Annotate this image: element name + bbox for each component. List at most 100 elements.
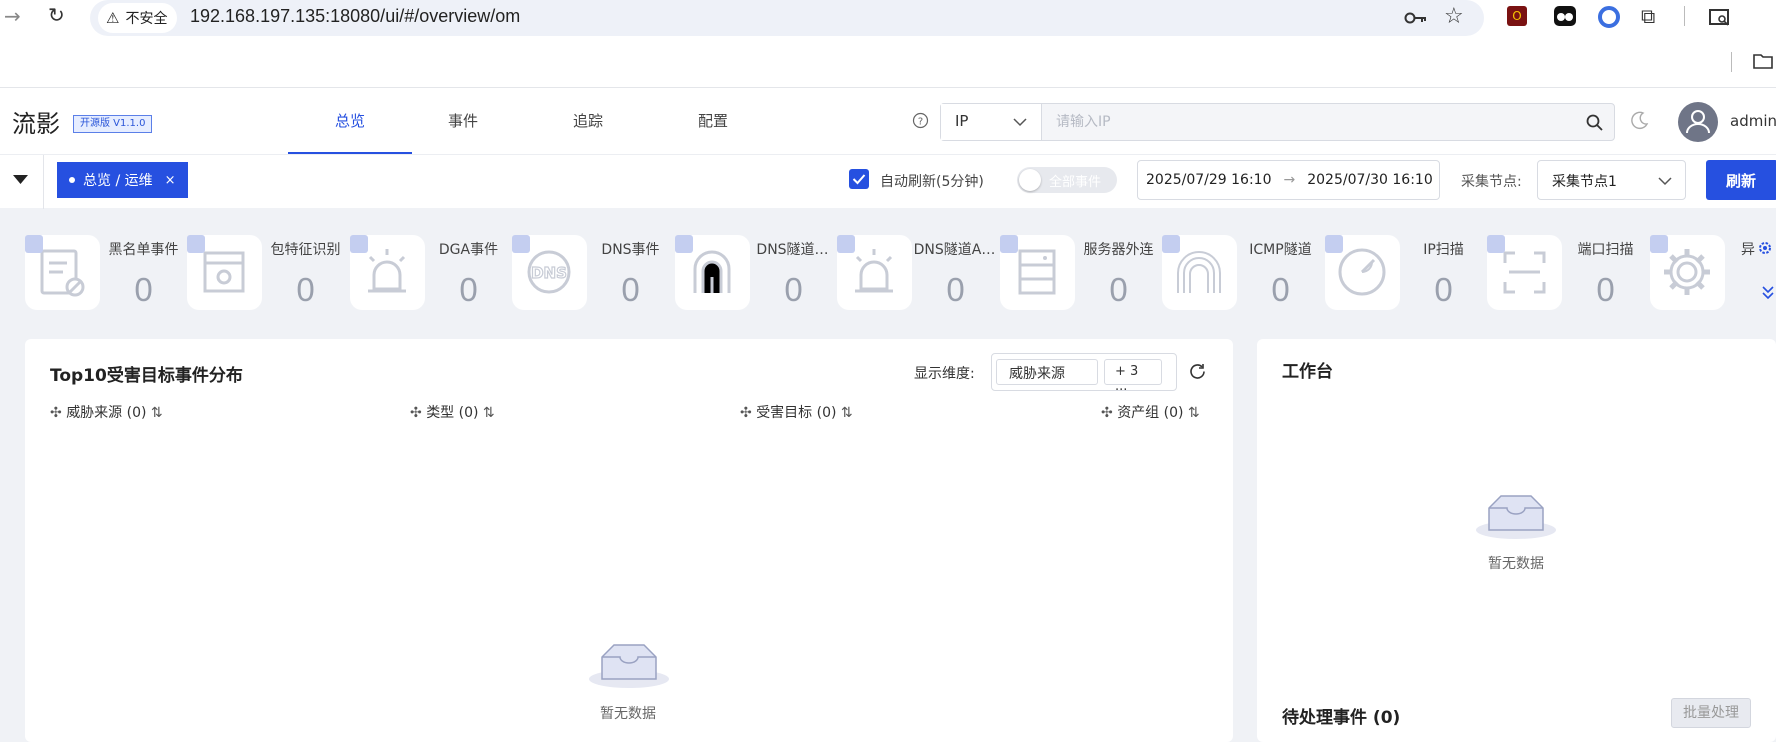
event-card-label: DNS隧道A… xyxy=(913,242,996,258)
dimension-tag[interactable]: 威胁来源 xyxy=(996,359,1098,385)
tab-search-icon[interactable] xyxy=(1708,6,1732,28)
event-card-checkbox[interactable] xyxy=(187,235,205,253)
chevron-down-icon xyxy=(1013,117,1027,127)
theme-moon-icon[interactable] xyxy=(1630,110,1650,130)
event-card-label: DNS隧道… xyxy=(756,242,829,258)
event-card-label: ICMP隧道 xyxy=(1249,242,1312,258)
event-card-checkbox[interactable] xyxy=(512,235,530,253)
all-events-toggle[interactable]: 全部事件 xyxy=(1017,167,1117,193)
folder-icon[interactable] xyxy=(1752,52,1774,70)
move-icon: ✣ xyxy=(740,405,752,421)
column-header-victim[interactable]: ✣ 受害目标 (0) ⇅ xyxy=(740,402,853,422)
refresh-button[interactable]: 刷新 xyxy=(1706,160,1776,200)
app-logo: 流影 xyxy=(12,110,60,138)
pending-events-title: 待处理事件 (0) xyxy=(1282,708,1401,728)
event-card-count: 0 xyxy=(1596,271,1615,308)
column-header-asset-group[interactable]: ✣ 资产组 (0) ⇅ xyxy=(1101,402,1200,422)
event-card-checkbox[interactable] xyxy=(837,235,855,253)
batch-process-button[interactable]: 批量处理 xyxy=(1671,698,1751,728)
toggle-knob xyxy=(1019,169,1041,191)
event-card-label: 异 xyxy=(1741,242,1755,258)
dimension-more-tag[interactable]: + 3 ... xyxy=(1104,359,1162,394)
extensions-puzzle-icon[interactable]: ⧉ xyxy=(1641,4,1655,28)
chevron-down-icon xyxy=(1658,176,1672,186)
ip-search-input[interactable] xyxy=(1042,104,1572,140)
search-box: IP xyxy=(940,103,1615,141)
date-end: 2025/07/30 16:10 xyxy=(1307,172,1433,188)
sort-icon[interactable]: ⇅ xyxy=(1188,405,1200,421)
event-card-count: 0 xyxy=(1434,271,1453,308)
date-range-picker[interactable]: 2025/07/29 16:10 → 2025/07/30 16:10 xyxy=(1137,160,1440,200)
node-select[interactable]: 采集节点1 xyxy=(1537,160,1686,200)
username[interactable]: admin xyxy=(1730,112,1776,130)
nav-tab-overview[interactable]: 总览 xyxy=(288,88,412,154)
event-card-label: IP扫描 xyxy=(1423,242,1464,258)
event-card-count: 0 xyxy=(621,271,640,308)
security-label: 不安全 xyxy=(125,11,168,27)
search-icon[interactable] xyxy=(1586,114,1603,131)
security-chip[interactable]: ⚠ 不安全 xyxy=(98,3,178,33)
nav-tab-config[interactable]: 配置 xyxy=(651,88,775,154)
event-card-checkbox[interactable] xyxy=(350,235,368,253)
settings-gear-icon[interactable] xyxy=(1757,240,1773,256)
reload-icon[interactable]: ↻ xyxy=(48,3,65,27)
event-card-checkbox[interactable] xyxy=(1000,235,1018,253)
event-card-count: 0 xyxy=(459,271,478,308)
event-card-checkbox[interactable] xyxy=(1162,235,1180,253)
workbench-panel: 工作台 暂无数据 待处理事件 (0) 批量处理 xyxy=(1257,339,1776,742)
node-label: 采集节点: xyxy=(1461,174,1522,190)
event-card-count: 0 xyxy=(134,271,153,308)
key-icon[interactable] xyxy=(1404,8,1428,28)
auto-refresh-checkbox[interactable] xyxy=(849,169,869,189)
node-value: 采集节点1 xyxy=(1552,174,1617,190)
event-card-label: DGA事件 xyxy=(438,242,499,258)
event-card-checkbox[interactable] xyxy=(25,235,43,253)
extension-glasses-icon[interactable] xyxy=(1554,6,1576,26)
search-type-value: IP xyxy=(955,112,969,130)
dimension-select[interactable]: 威胁来源 + 3 ... xyxy=(991,353,1177,394)
breadcrumb-tag[interactable]: 总览 / 运维 × xyxy=(57,162,188,198)
forward-icon[interactable]: → xyxy=(4,4,21,28)
svg-text:DNS: DNS xyxy=(531,264,567,282)
event-card-label: 服务器外连 xyxy=(1083,242,1154,258)
event-card-count: 0 xyxy=(1109,271,1128,308)
collapse-triangle-icon[interactable] xyxy=(13,175,28,185)
breadcrumb-label: 总览 / 运维 xyxy=(83,173,153,189)
bookmarks-divider xyxy=(1731,52,1732,72)
empty-text: 暂无数据 xyxy=(600,706,656,722)
event-card-label: 包特征识别 xyxy=(270,242,341,258)
help-icon[interactable]: ? xyxy=(912,112,929,129)
version-badge: 开源版 V1.1.0 xyxy=(73,115,153,133)
empty-inbox-icon xyxy=(588,639,670,691)
panel-title: Top10受害目标事件分布 xyxy=(50,366,243,386)
sort-icon[interactable]: ⇅ xyxy=(841,405,853,421)
extension-o-icon[interactable]: O xyxy=(1507,6,1527,26)
empty-text: 暂无数据 xyxy=(1488,556,1544,572)
column-label: 资产组 (0) xyxy=(1117,405,1184,421)
url-text: 192.168.197.135:18080/ui/#/overview/om xyxy=(190,6,521,26)
close-icon[interactable]: × xyxy=(165,173,176,188)
event-card-checkbox[interactable] xyxy=(1487,235,1505,253)
all-events-label: 全部事件 xyxy=(1049,175,1102,190)
column-label: 威胁来源 (0) xyxy=(66,405,147,421)
nav-tab-trace[interactable]: 追踪 xyxy=(526,88,650,154)
sort-icon[interactable]: ⇅ xyxy=(483,405,495,421)
column-header-threat-source[interactable]: ✣ 威胁来源 (0) ⇅ xyxy=(50,402,163,422)
date-arrow: → xyxy=(1283,172,1296,188)
search-type-select[interactable]: IP xyxy=(941,104,1042,140)
move-icon: ✣ xyxy=(50,405,62,421)
sort-icon[interactable]: ⇅ xyxy=(151,405,163,421)
event-card-checkbox[interactable] xyxy=(675,235,693,253)
expand-double-chevron-icon[interactable] xyxy=(1761,284,1775,300)
event-card-checkbox[interactable] xyxy=(1325,235,1343,253)
address-bar[interactable]: ⚠ 不安全 192.168.197.135:18080/ui/#/overvie… xyxy=(90,0,1484,36)
avatar[interactable] xyxy=(1678,102,1718,142)
extension-circle-icon[interactable] xyxy=(1598,6,1620,28)
column-label: 受害目标 (0) xyxy=(756,405,837,421)
column-header-type[interactable]: ✣ 类型 (0) ⇅ xyxy=(410,402,495,422)
bookmark-star-icon[interactable]: ☆ xyxy=(1444,4,1464,29)
nav-tab-events[interactable]: 事件 xyxy=(401,88,525,154)
refresh-icon[interactable] xyxy=(1188,362,1207,381)
event-card-label: DNS事件 xyxy=(601,242,660,258)
event-card-checkbox[interactable] xyxy=(1650,235,1668,253)
